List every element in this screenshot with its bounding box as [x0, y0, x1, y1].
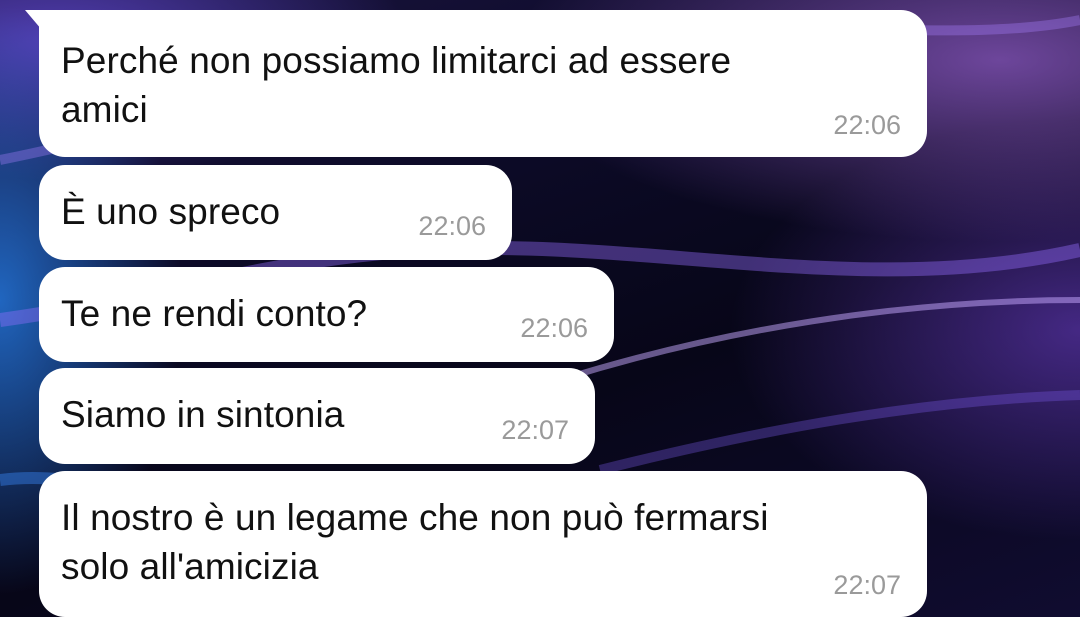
message-timestamp: 22:06: [833, 110, 901, 140]
message-timestamp: 22:07: [833, 570, 901, 600]
message-text: Il nostro è un legame che non può fermar…: [61, 497, 769, 587]
message-timestamp: 22:06: [418, 211, 486, 241]
message-timestamp: 22:06: [520, 313, 588, 343]
message-bubble[interactable]: Il nostro è un legame che non può fermar…: [39, 471, 927, 617]
message-text: È uno spreco: [61, 191, 281, 232]
message-text: Siamo in sintonia: [61, 394, 345, 435]
message-bubble[interactable]: Perché non possiamo limitarci ad essere …: [25, 10, 927, 157]
message-bubble[interactable]: È uno spreco 22:06: [39, 165, 512, 260]
message-text: Perché non possiamo limitarci ad essere …: [61, 40, 732, 130]
bubble-tail: [25, 10, 47, 36]
message-bubble[interactable]: Te ne rendi conto? 22:06: [39, 267, 614, 362]
message-list[interactable]: Perché non possiamo limitarci ad essere …: [0, 0, 1080, 617]
message-text: Te ne rendi conto?: [61, 293, 368, 334]
message-timestamp: 22:07: [501, 415, 569, 445]
message-bubble[interactable]: Siamo in sintonia 22:07: [39, 368, 595, 464]
